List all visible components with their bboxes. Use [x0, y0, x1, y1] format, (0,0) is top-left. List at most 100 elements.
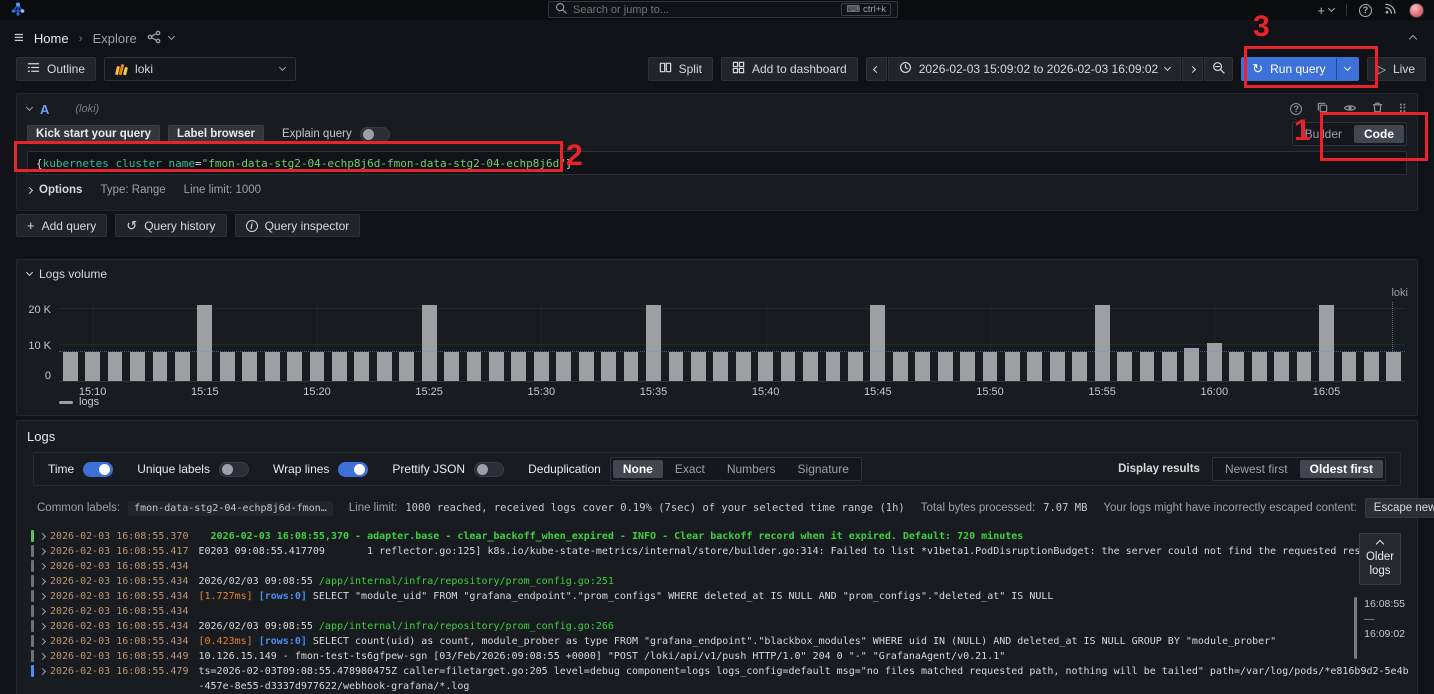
zoom-out-button[interactable]	[1204, 57, 1233, 81]
volume-bar[interactable]	[332, 352, 347, 381]
newest-first-option[interactable]: Newest first	[1215, 460, 1298, 478]
search-input[interactable]	[573, 4, 835, 16]
volume-bar[interactable]	[197, 305, 212, 381]
duplicate-query-icon[interactable]	[1316, 101, 1329, 117]
log-row-expand-icon[interactable]	[34, 559, 50, 569]
log-row-expand-icon[interactable]	[34, 574, 50, 584]
volume-bar[interactable]	[1274, 352, 1289, 381]
volume-bar[interactable]	[175, 352, 190, 381]
time-range-button[interactable]: 2026-02-03 15:09:02 to 2026-02-03 16:09:…	[888, 57, 1182, 81]
volume-bar[interactable]	[646, 305, 661, 381]
log-row[interactable]: 2026-02-03 16:08:55.434[1.727ms] [rows:0…	[31, 589, 1417, 604]
prettify-json-toggle[interactable]	[474, 462, 504, 477]
volume-bar[interactable]	[938, 352, 953, 381]
volume-bar[interactable]	[556, 352, 571, 381]
unique-labels-toggle[interactable]	[219, 462, 249, 477]
split-button[interactable]: Split	[648, 57, 713, 81]
volume-bar[interactable]	[848, 352, 863, 381]
delete-query-trash-icon[interactable]	[1371, 101, 1384, 117]
datasource-picker[interactable]: loki	[104, 57, 296, 81]
dedup-option-none[interactable]: None	[613, 460, 663, 478]
volume-bar[interactable]	[781, 352, 796, 381]
volume-bar[interactable]	[736, 352, 751, 381]
volume-bar[interactable]	[1364, 352, 1379, 381]
volume-bar[interactable]	[691, 352, 706, 381]
log-row-expand-icon[interactable]	[34, 589, 50, 599]
volume-bar[interactable]	[1342, 352, 1357, 381]
log-row[interactable]: 2026-02-03 16:08:55.434	[31, 559, 1417, 574]
dedup-option-signature[interactable]: Signature	[788, 460, 859, 478]
log-row-expand-icon[interactable]	[34, 529, 50, 539]
common-labels-value[interactable]: fmon-data-stg2-04-echp8j6d-fmon…	[128, 501, 333, 516]
volume-bar[interactable]	[265, 352, 280, 381]
log-timeline-minimap[interactable]: 16:08:55 — 16:09:02	[1354, 597, 1405, 659]
volume-bar[interactable]	[1050, 352, 1065, 381]
log-row[interactable]: 2026-02-03 16:08:55.417E0203 09:08:55.41…	[31, 544, 1417, 559]
volume-bar[interactable]	[377, 352, 392, 381]
volume-bar[interactable]	[422, 305, 437, 381]
chevron-down-icon[interactable]	[168, 33, 175, 40]
kick-start-query-button[interactable]: Kick start your query	[27, 125, 160, 143]
older-logs-button[interactable]: Older logs	[1359, 533, 1401, 585]
volume-bar[interactable]	[1386, 352, 1401, 381]
volume-bar[interactable]	[444, 352, 459, 381]
logs-volume-chart[interactable]: 20 K 10 K 0 loki 15:1015:1515:2015:2515:…	[59, 302, 1405, 382]
query-history-button[interactable]: ↺Query history	[115, 214, 226, 237]
volume-bar[interactable]	[1207, 343, 1222, 381]
volume-bar[interactable]	[870, 305, 885, 381]
log-row-expand-icon[interactable]	[34, 544, 50, 554]
log-row[interactable]: 2026-02-03 16:08:55.4342026/02/03 09:08:…	[31, 619, 1417, 634]
volume-bar[interactable]	[713, 352, 728, 381]
volume-bar[interactable]	[1140, 352, 1155, 381]
global-search[interactable]: ⌨ctrl+k	[548, 1, 898, 18]
wrap-lines-toggle[interactable]	[338, 462, 368, 477]
hide-query-eye-icon[interactable]	[1343, 101, 1357, 118]
builder-mode-option[interactable]: Builder	[1295, 125, 1352, 143]
time-toggle[interactable]	[83, 462, 113, 477]
outline-button[interactable]: Outline	[16, 57, 96, 81]
time-forward-button[interactable]	[1182, 57, 1203, 81]
volume-bar[interactable]	[893, 352, 908, 381]
help-icon[interactable]: ?	[1359, 4, 1372, 17]
volume-bar[interactable]	[1252, 352, 1267, 381]
menu-icon[interactable]: ≡	[14, 28, 24, 48]
logs-volume-collapse[interactable]: Logs volume	[17, 260, 1417, 281]
volume-bar[interactable]	[287, 352, 302, 381]
volume-bar[interactable]	[399, 352, 414, 381]
live-button[interactable]: ▷ Live	[1367, 57, 1426, 81]
volume-bar[interactable]	[1072, 352, 1087, 381]
escape-newlines-button[interactable]: Escape newlines	[1365, 498, 1434, 518]
log-row[interactable]: 2026-02-03 16:08:55.4342026/02/03 09:08:…	[31, 574, 1417, 589]
volume-bar[interactable]	[1117, 352, 1132, 381]
news-rss-icon[interactable]	[1384, 2, 1397, 18]
volume-bar[interactable]	[758, 352, 773, 381]
volume-bar[interactable]	[310, 352, 325, 381]
volume-bar[interactable]	[960, 352, 975, 381]
log-row[interactable]: 2026-02-03 16:08:55.434[0.423ms] [rows:0…	[31, 634, 1417, 649]
user-avatar[interactable]	[1409, 3, 1424, 18]
grafana-logo-icon[interactable]	[10, 1, 26, 20]
volume-bar[interactable]	[511, 352, 526, 381]
query-help-icon[interactable]: ?	[1290, 103, 1302, 115]
add-to-dashboard-button[interactable]: Add to dashboard	[721, 57, 858, 81]
volume-bar[interactable]	[85, 352, 100, 381]
volume-bar[interactable]	[242, 352, 257, 381]
volume-bar[interactable]	[489, 352, 504, 381]
log-row-expand-icon[interactable]	[34, 634, 50, 644]
log-row[interactable]: 2026-02-03 16:08:55.370 2026-02-03 16:08…	[31, 529, 1417, 544]
log-row-expand-icon[interactable]	[34, 664, 50, 674]
share-icon[interactable]	[147, 30, 161, 47]
volume-bar[interactable]	[1297, 352, 1312, 381]
volume-bar[interactable]	[534, 352, 549, 381]
volume-bar[interactable]	[669, 352, 684, 381]
time-back-button[interactable]	[866, 57, 887, 81]
drag-handle-icon[interactable]: ⠿	[1398, 102, 1407, 116]
volume-bar[interactable]	[1005, 352, 1020, 381]
volume-bar[interactable]	[354, 352, 369, 381]
oldest-first-option[interactable]: Oldest first	[1300, 460, 1383, 478]
volume-bar[interactable]	[1184, 348, 1199, 381]
collapse-panel-button[interactable]	[1406, 27, 1420, 49]
volume-bar[interactable]	[579, 352, 594, 381]
query-inspector-button[interactable]: iQuery inspector	[235, 214, 361, 237]
volume-bar[interactable]	[624, 352, 639, 381]
